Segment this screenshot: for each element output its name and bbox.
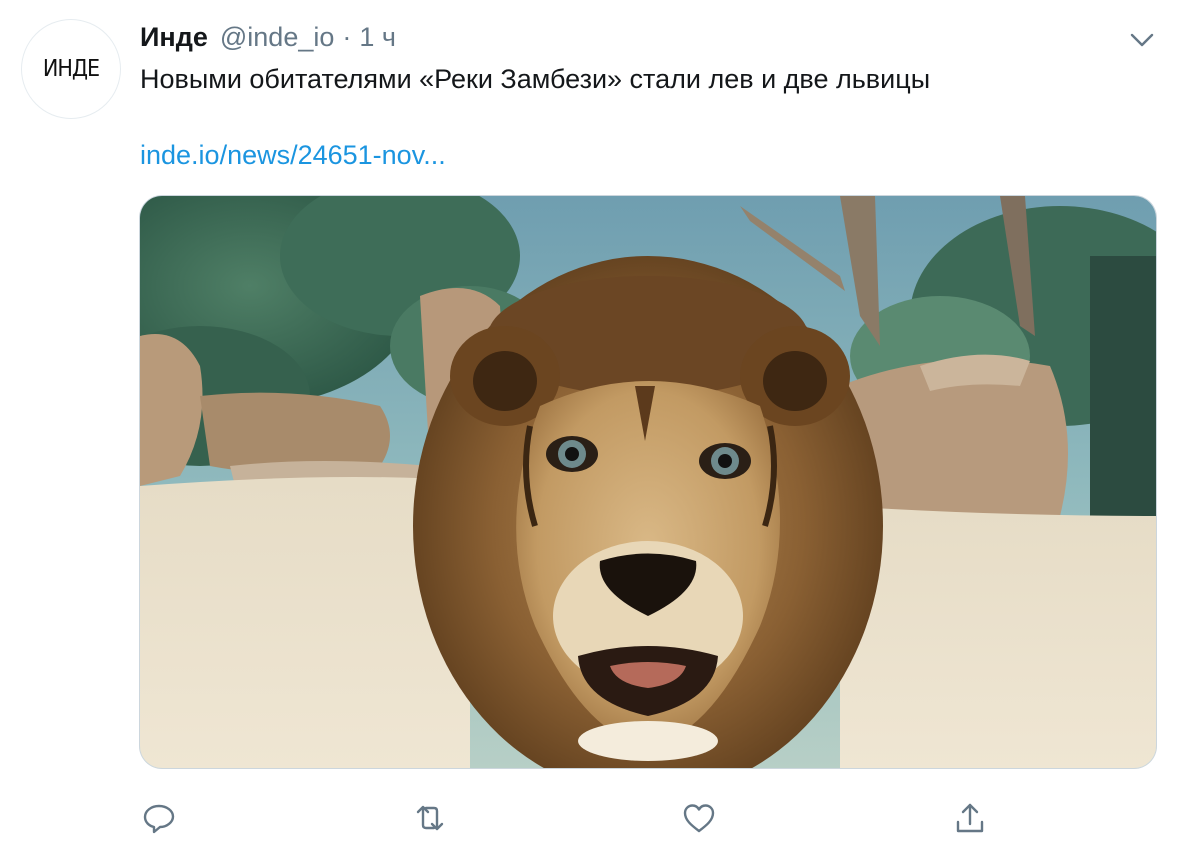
tweet-time[interactable]: 1 ч bbox=[359, 22, 396, 53]
tweet-link[interactable]: inde.io/news/24651-nov... bbox=[140, 140, 446, 171]
chevron-down-icon[interactable] bbox=[1126, 24, 1158, 56]
tweet-header: Инде @inde_io · 1 ч bbox=[140, 22, 396, 58]
author-handle[interactable]: @inde_io bbox=[220, 22, 335, 53]
avatar-logo: ИНДЕ bbox=[42, 56, 100, 82]
heart-icon[interactable] bbox=[681, 800, 717, 836]
retweet-icon[interactable] bbox=[412, 800, 448, 836]
author-name[interactable]: Инде bbox=[140, 22, 208, 53]
tweet-actions bbox=[0, 800, 1182, 840]
avatar[interactable]: ИНДЕ bbox=[22, 20, 120, 118]
tweet-text: Новыми обитателями «Реки Замбези» стали … bbox=[140, 64, 931, 94]
separator-dot: · bbox=[342, 22, 352, 52]
lion-photo bbox=[140, 196, 1156, 768]
reply-icon[interactable] bbox=[141, 800, 177, 836]
tweet-image[interactable] bbox=[140, 196, 1156, 768]
tweet-card[interactable]: ИНДЕ Инде @inde_io · 1 ч Новыми обитател… bbox=[0, 0, 1182, 856]
share-icon[interactable] bbox=[952, 800, 988, 836]
